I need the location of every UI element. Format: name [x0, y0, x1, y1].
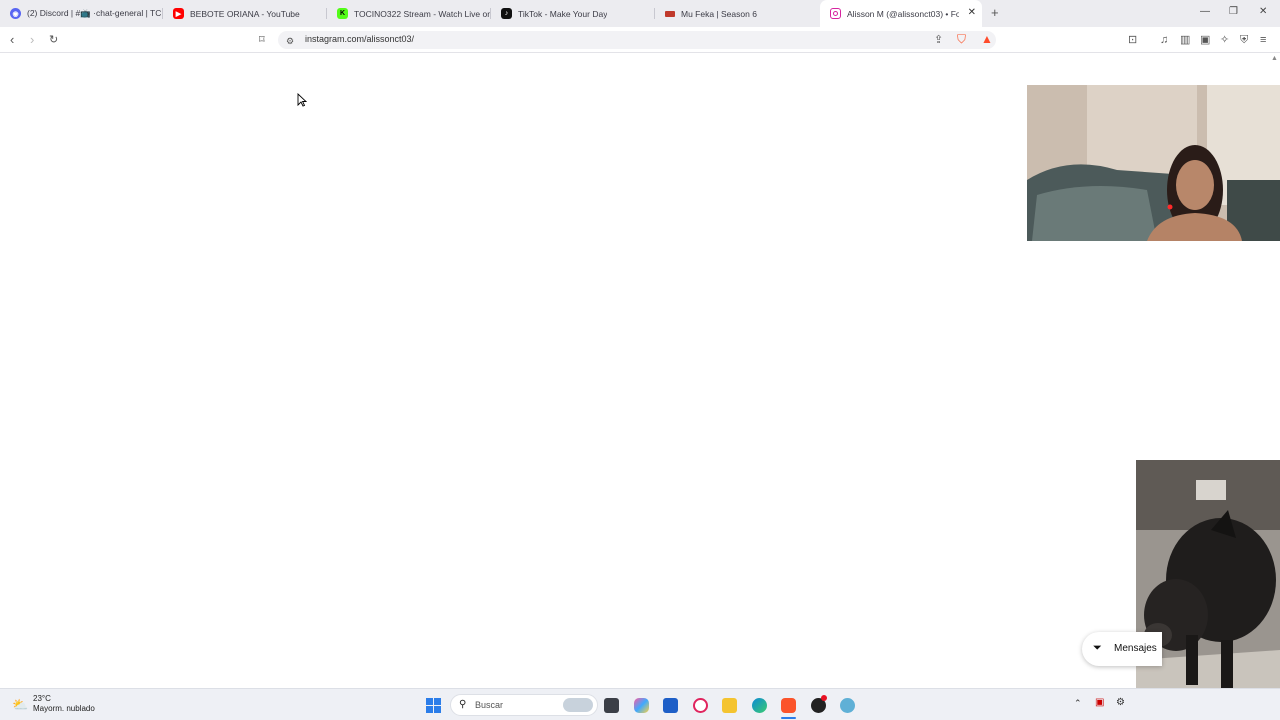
- tab-kick[interactable]: K TOCINO322 Stream - Watch Live on: [327, 0, 491, 27]
- tab-youtube[interactable]: ▶ BEBOTE ORIANA - YouTube: [163, 0, 327, 27]
- tab-title: (2) Discord | #📺 ·chat-general | TC: [27, 8, 162, 18]
- weather-temperature[interactable]: 23°C: [33, 694, 51, 703]
- leo-ai-icon[interactable]: ✧: [1220, 33, 1229, 47]
- kick-icon: K: [337, 8, 348, 19]
- translate-icon[interactable]: ⊡: [1128, 33, 1137, 47]
- app-icon[interactable]: [840, 698, 855, 713]
- webcam-person-image: [1027, 85, 1280, 241]
- search-icon: ⚲: [459, 699, 467, 710]
- bookmark-icon[interactable]: ⌑: [259, 33, 265, 47]
- url-text[interactable]: instagram.com/alissonct03/: [305, 34, 414, 44]
- webcam-overlay-pig: [1136, 460, 1280, 720]
- active-app-indicator: [781, 717, 796, 719]
- tray-app-icon[interactable]: ▣: [1095, 697, 1104, 708]
- copilot-icon[interactable]: [634, 698, 649, 713]
- tab-discord[interactable]: ◉ (2) Discord | #📺 ·chat-general | TC: [0, 0, 163, 27]
- tab-strip: ◉ (2) Discord | #📺 ·chat-general | TC ▶ …: [0, 0, 1280, 27]
- edge-icon[interactable]: [752, 698, 767, 713]
- share-icon[interactable]: ⇪: [934, 33, 943, 47]
- tab-title: TOCINO322 Stream - Watch Live on: [354, 8, 491, 19]
- notification-badge: [821, 695, 827, 701]
- wallet-icon[interactable]: ▣: [1200, 33, 1210, 47]
- brave-rewards-icon[interactable]: ▲: [981, 32, 993, 46]
- close-window-icon[interactable]: ✕: [1259, 6, 1267, 17]
- mu-icon: [665, 10, 675, 17]
- chevron-up-icon[interactable]: ⌃: [1074, 698, 1082, 709]
- new-tab-icon[interactable]: +: [991, 5, 999, 20]
- taskbar-search[interactable]: ⚲ Buscar: [450, 694, 598, 716]
- tiktok-icon: ♪: [501, 8, 512, 19]
- search-highlight-icon: [563, 698, 593, 712]
- file-explorer-icon[interactable]: [722, 698, 737, 713]
- task-view-icon[interactable]: [604, 698, 619, 713]
- brave-icon[interactable]: [781, 698, 796, 713]
- instagram-icon: [830, 8, 841, 19]
- windows-taskbar: ⛅ 23°C Mayorm. nublado ⚲ Buscar ⌃ ▣ ⚙: [0, 688, 1280, 720]
- menu-icon[interactable]: ≡: [1260, 33, 1266, 47]
- opera-icon[interactable]: [693, 698, 708, 713]
- reload-icon[interactable]: ↻: [49, 33, 58, 47]
- tab-title: Alisson M (@alissonct03) • Fotos: [847, 8, 959, 19]
- weather-icon[interactable]: ⛅: [12, 697, 28, 713]
- vpn-icon[interactable]: ⛨: [1240, 33, 1248, 47]
- scroll-up-icon[interactable]: ▲: [1271, 55, 1278, 62]
- send-icon: ⏷: [1093, 642, 1102, 654]
- tab-title: BEBOTE ORIANA - YouTube: [190, 8, 300, 19]
- forward-icon[interactable]: ›: [30, 33, 34, 47]
- tab-instagram[interactable]: Alisson M (@alissonct03) • Fotos ✕: [820, 0, 982, 27]
- tab-title: Mu Feka | Season 6: [681, 8, 757, 19]
- store-icon[interactable]: [663, 698, 678, 713]
- sidebar-icon[interactable]: ▥: [1180, 33, 1190, 47]
- site-info-icon[interactable]: ⚙: [286, 34, 294, 48]
- messages-button[interactable]: ⏷ Mensajes: [1082, 632, 1162, 666]
- webcam-overlay-person: [1027, 85, 1280, 241]
- restore-icon[interactable]: ❐: [1229, 6, 1238, 17]
- search-placeholder: Buscar: [475, 700, 504, 710]
- tab-mu-feka[interactable]: Mu Feka | Season 6: [655, 0, 820, 27]
- windows-start-icon[interactable]: [426, 698, 441, 713]
- tab-tiktok[interactable]: ♪ TikTok - Make Your Day: [491, 0, 655, 27]
- mouse-cursor-icon: [297, 93, 307, 107]
- tray-settings-icon[interactable]: ⚙: [1116, 697, 1125, 708]
- close-tab-icon[interactable]: ✕: [968, 7, 976, 18]
- messages-label: Mensajes: [1114, 643, 1157, 654]
- discord-icon: ◉: [10, 8, 21, 19]
- youtube-icon: ▶: [173, 8, 184, 19]
- back-icon[interactable]: ‹: [10, 33, 14, 47]
- media-icon[interactable]: ♫: [1160, 33, 1168, 47]
- weather-description[interactable]: Mayorm. nublado: [33, 704, 95, 713]
- minimize-icon[interactable]: —: [1200, 6, 1210, 17]
- brave-shields-icon[interactable]: ⛉: [957, 32, 966, 46]
- pig-image: [1136, 460, 1280, 720]
- tab-title: TikTok - Make Your Day: [518, 8, 608, 19]
